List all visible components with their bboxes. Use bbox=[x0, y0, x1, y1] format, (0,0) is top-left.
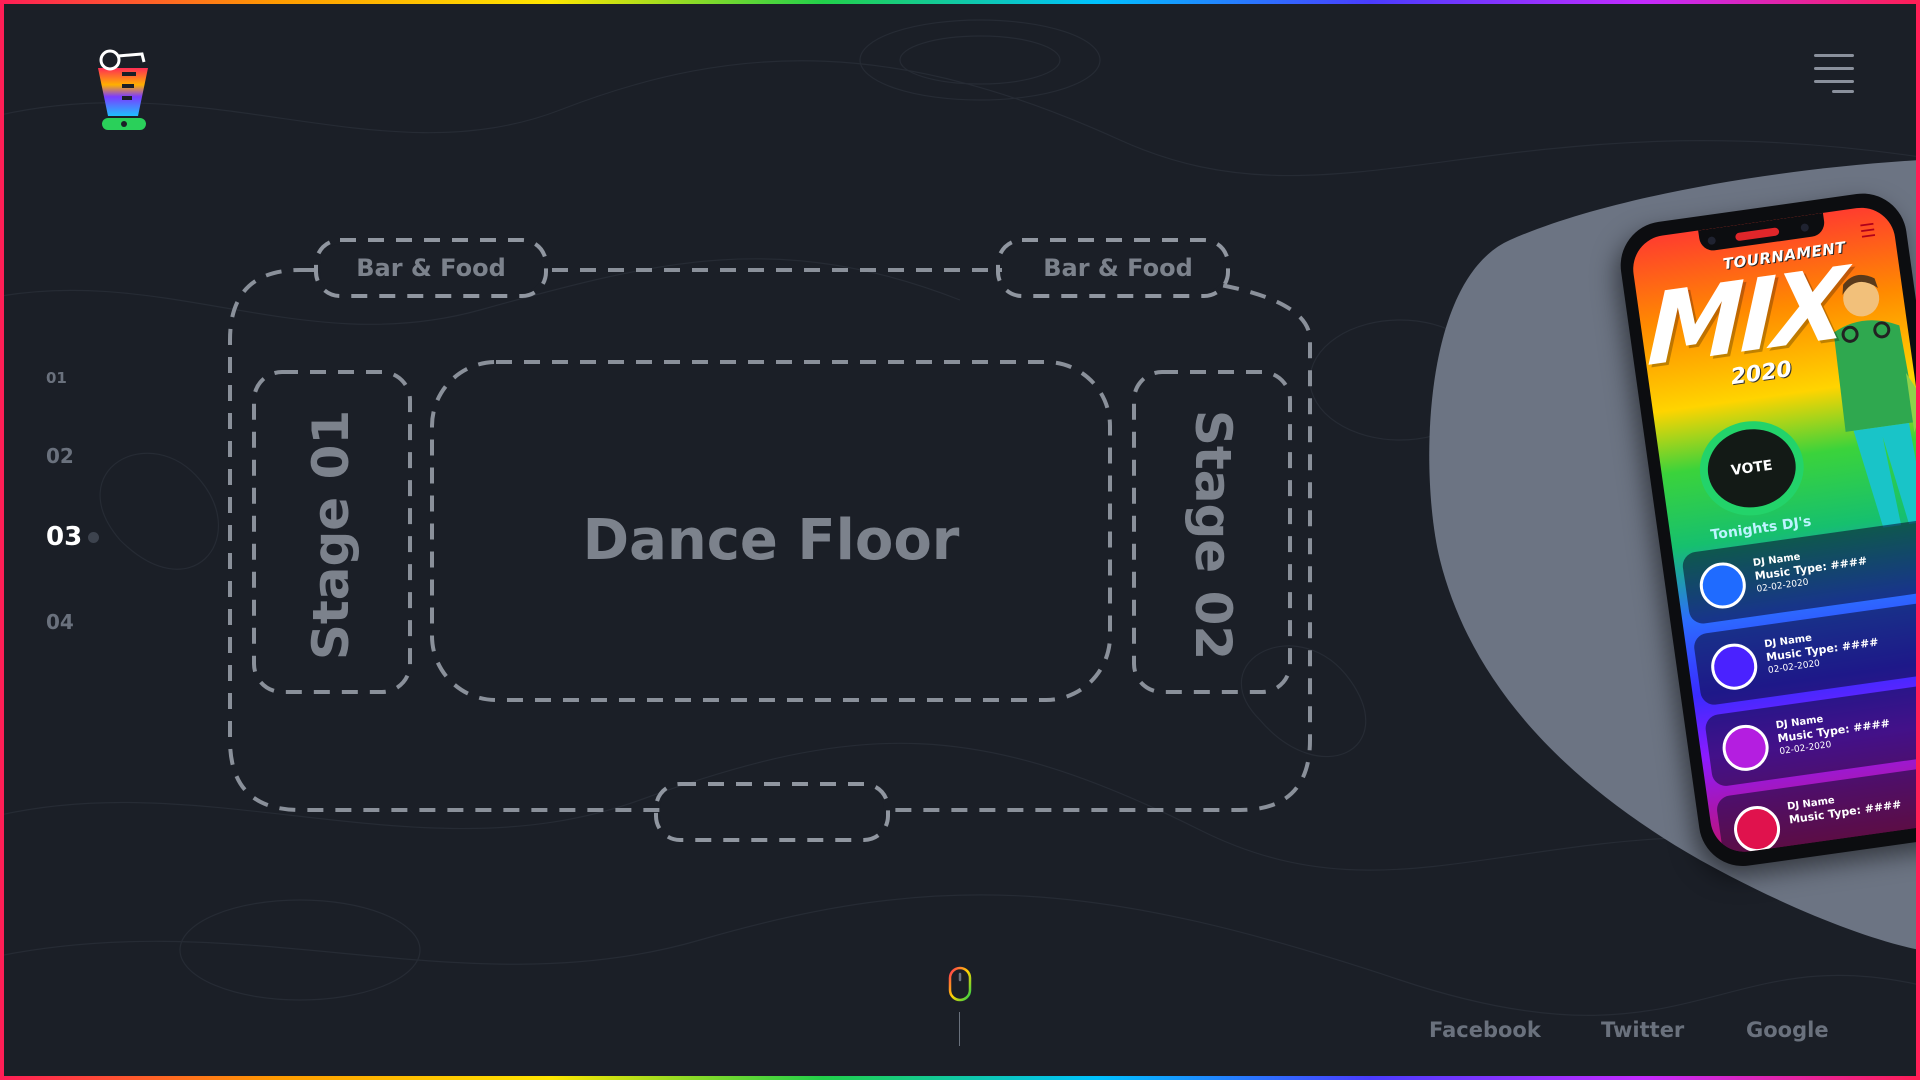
pager-item-04[interactable]: 04 bbox=[46, 610, 74, 634]
dance-floor-label: Dance Floor bbox=[583, 508, 960, 573]
twitter-link[interactable]: Twitter bbox=[1601, 1018, 1684, 1042]
mouse-scroll-icon[interactable] bbox=[948, 966, 972, 1002]
venue-floorplan: Bar & Food Bar & Food Dance Floor Stage … bbox=[228, 238, 1312, 842]
hamburger-menu-icon[interactable] bbox=[1812, 52, 1854, 93]
pager-item-03-active[interactable]: 03 bbox=[46, 522, 100, 552]
dj-thumbnail bbox=[1915, 525, 1920, 585]
dj-logo-icon[interactable] bbox=[92, 48, 162, 138]
bar-food-right-label: Bar & Food bbox=[1043, 254, 1193, 282]
app-menu-icon[interactable]: ☰ bbox=[1858, 220, 1877, 243]
pager-item-01[interactable]: 01 bbox=[46, 369, 67, 387]
active-indicator-dot bbox=[88, 532, 100, 543]
dj-avatar bbox=[1708, 640, 1761, 693]
google-link[interactable]: Google bbox=[1746, 1018, 1829, 1042]
dj-list: DJ Name Music Type: #### 02-02-2020 DJ N… bbox=[1681, 516, 1920, 857]
stage-02-label: Stage 02 bbox=[1184, 410, 1242, 660]
dj-avatar bbox=[1719, 721, 1772, 774]
pager-item-02[interactable]: 02 bbox=[46, 444, 74, 468]
scroll-indicator-line bbox=[959, 1012, 960, 1046]
dj-avatar bbox=[1731, 803, 1784, 856]
vote-button[interactable]: VOTE bbox=[1693, 414, 1810, 523]
bar-food-left-label: Bar & Food bbox=[356, 254, 506, 282]
facebook-link[interactable]: Facebook bbox=[1429, 1018, 1541, 1042]
dj-avatar bbox=[1696, 559, 1749, 612]
stage-01-label: Stage 01 bbox=[302, 410, 360, 660]
